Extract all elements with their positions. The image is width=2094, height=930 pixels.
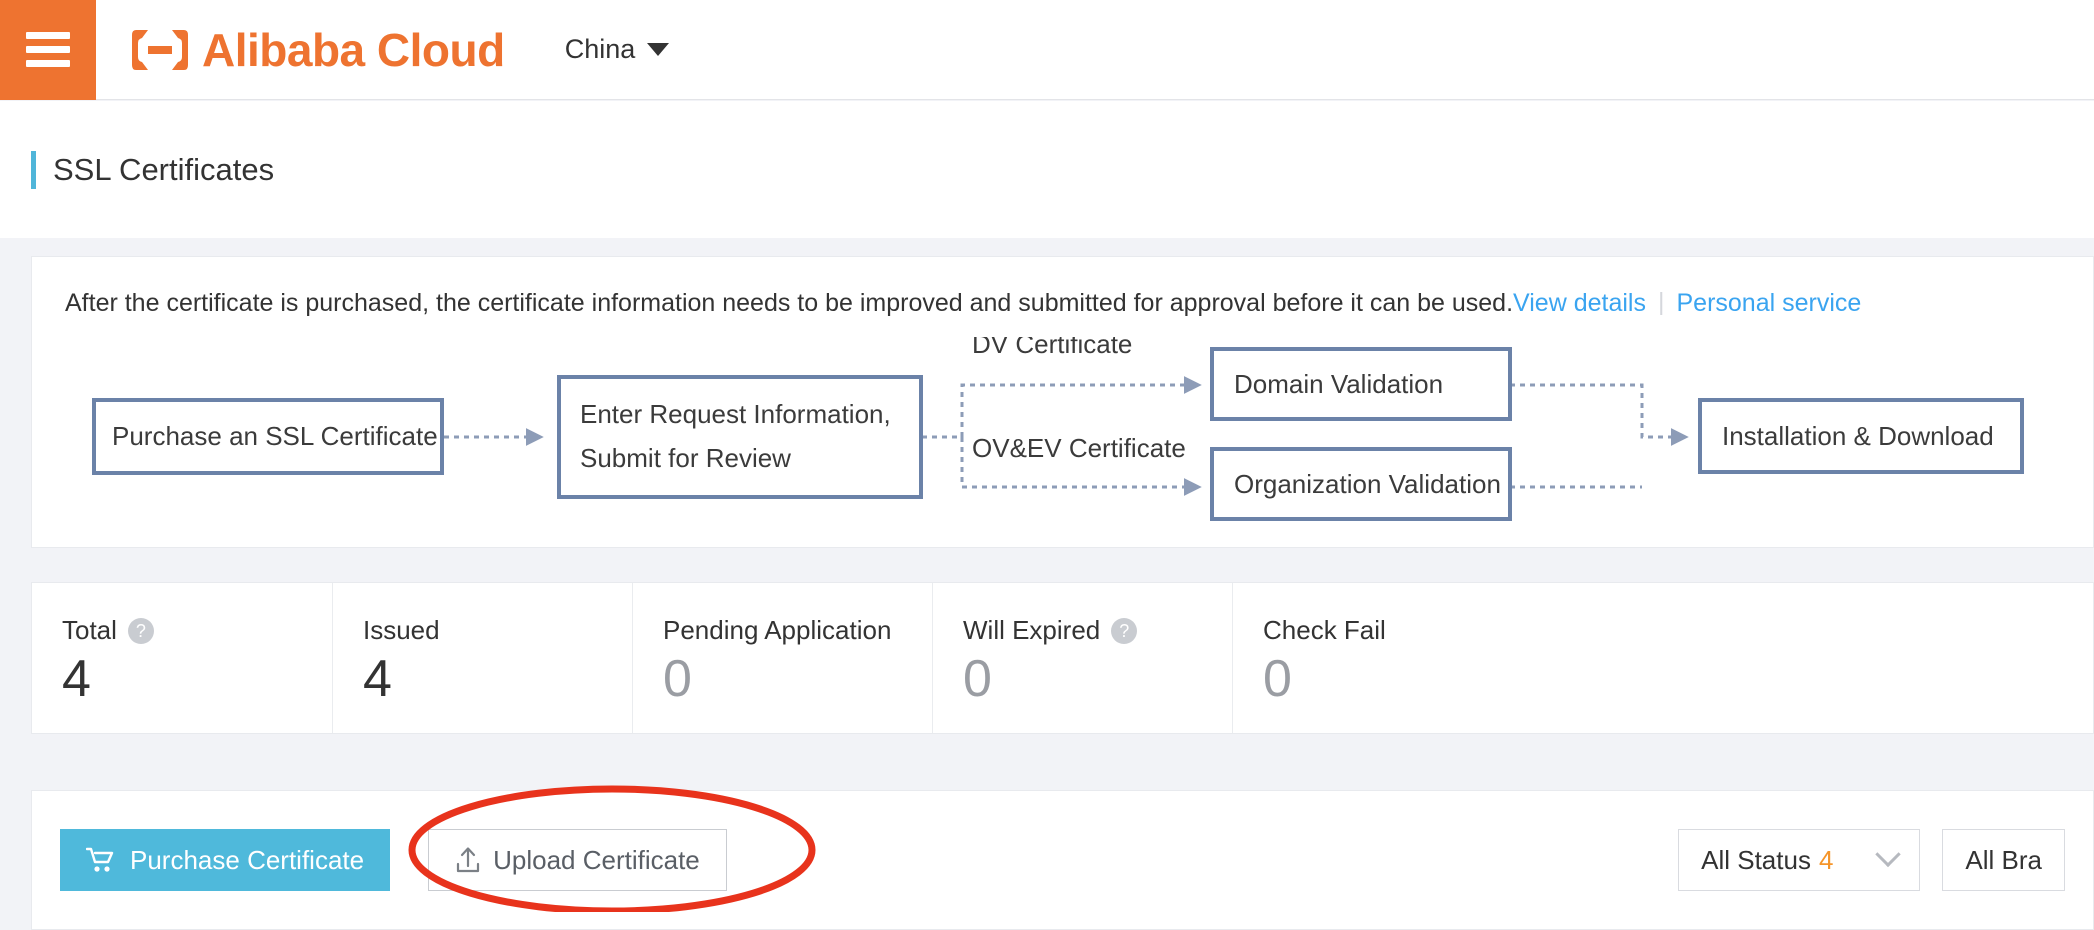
notice-separator: | xyxy=(1657,288,1665,316)
flow-box-domain-validation: Domain Validation xyxy=(1210,347,1512,421)
personal-service-link[interactable]: Personal service xyxy=(1676,289,1861,317)
status-filter-select[interactable]: All Status 4 xyxy=(1678,829,1921,891)
stat-issued-label: Issued xyxy=(363,615,440,645)
stat-issued: Issued 4 xyxy=(332,583,632,733)
stat-check-fail-value: 0 xyxy=(1263,650,1292,708)
stat-pending-application-label: Pending Application xyxy=(663,615,892,645)
stat-check-fail-head: Check Fail xyxy=(1263,615,1532,646)
stat-issued-value: 4 xyxy=(363,650,392,708)
stat-pending-application: Pending Application 0 xyxy=(632,583,932,733)
purchase-certificate-label: Purchase Certificate xyxy=(130,844,365,875)
stat-check-fail-label: Check Fail xyxy=(1263,615,1386,645)
hamburger-bar xyxy=(26,46,70,53)
flow-box-purchase-label: Purchase an SSL Certificate xyxy=(112,421,438,451)
upload-certificate-button[interactable]: Upload Certificate xyxy=(428,829,727,891)
stat-will-expired-head: Will Expired ? xyxy=(963,615,1232,646)
flow-branch-label-dv: DV Certificate xyxy=(972,337,1132,359)
statistics-row: Total ? 4 Issued 4 Pending Application 0… xyxy=(32,583,2093,733)
flow-box-enter-request: Enter Request Information, Submit for Re… xyxy=(557,375,923,499)
title-accent-bar xyxy=(31,150,36,189)
stat-will-expired-value: 0 xyxy=(963,650,992,708)
flow-box-enter-request-label-line1: Enter Request Information, xyxy=(580,399,891,429)
toolbar-card: Purchase Certificate Upload Certificate … xyxy=(31,790,2094,930)
brand-filter-label: All Bra xyxy=(1965,844,2042,875)
alibaba-cloud-logo[interactable]: Alibaba Cloud xyxy=(132,23,505,77)
toolbar: Purchase Certificate Upload Certificate … xyxy=(32,791,2093,929)
brand-text: Alibaba Cloud xyxy=(202,23,505,76)
page-title-bar: SSL Certificates xyxy=(0,101,2094,238)
notice-text-row: After the certificate is purchased, the … xyxy=(65,288,1861,318)
help-icon[interactable]: ? xyxy=(1111,617,1138,644)
flow-box-organization-validation: Organization Validation xyxy=(1210,447,1512,521)
hamburger-menu-icon[interactable] xyxy=(0,0,96,100)
stat-check-fail: Check Fail 0 xyxy=(1232,583,1532,733)
upload-certificate-label: Upload Certificate xyxy=(493,844,700,875)
flow-branch-label-ovev: OV&EV Certificate xyxy=(972,433,1186,463)
chevron-down-icon xyxy=(1875,841,1902,868)
chevron-down-icon xyxy=(647,43,670,56)
notice-card: After the certificate is purchased, the … xyxy=(31,256,2094,548)
flow-box-installation-download-label: Installation & Download xyxy=(1722,421,1994,451)
notice-text: After the certificate is purchased, the … xyxy=(65,289,1514,317)
flow-box-enter-request-label-line2: Submit for Review xyxy=(580,443,791,473)
flow-box-installation-download: Installation & Download xyxy=(1698,398,2024,474)
stat-total-head: Total ? xyxy=(62,615,332,646)
stat-pending-application-value: 0 xyxy=(663,650,692,708)
status-filter-label: All Status xyxy=(1701,844,1811,875)
region-selector[interactable]: China xyxy=(565,34,670,65)
hamburger-bar xyxy=(26,60,70,67)
connector-domain-to-install xyxy=(1510,383,1689,446)
certificate-flow-diagram: Purchase an SSL Certificate Enter Reques… xyxy=(92,337,2024,521)
upload-icon xyxy=(457,847,480,873)
stat-total-label: Total xyxy=(62,615,117,645)
shopping-cart-icon xyxy=(86,847,114,872)
connector-to-domain-validation xyxy=(960,376,1202,437)
stat-pending-application-head: Pending Application xyxy=(663,615,932,646)
stat-will-expired: Will Expired ? 0 xyxy=(932,583,1232,733)
statistics-card: Total ? 4 Issued 4 Pending Application 0… xyxy=(31,582,2094,734)
hamburger-bar xyxy=(26,32,70,39)
top-header: Alibaba Cloud China xyxy=(0,0,2094,100)
region-label: China xyxy=(564,34,636,64)
status-filter-count: 4 xyxy=(1818,844,1834,875)
alibaba-cloud-logo-mark xyxy=(132,29,188,70)
stat-total-value: 4 xyxy=(62,650,91,708)
purchase-certificate-button[interactable]: Purchase Certificate xyxy=(60,829,391,891)
stat-issued-head: Issued xyxy=(363,615,632,646)
stat-will-expired-label: Will Expired xyxy=(963,615,1101,645)
view-details-link[interactable]: View details xyxy=(1513,289,1646,317)
flow-box-domain-validation-label: Domain Validation xyxy=(1234,369,1443,399)
brand-filter-select[interactable]: All Bra xyxy=(1942,829,2065,891)
page-title: SSL Certificates xyxy=(53,151,275,187)
flow-box-purchase: Purchase an SSL Certificate xyxy=(92,398,444,475)
flow-box-organization-validation-label: Organization Validation xyxy=(1234,469,1501,499)
stat-total: Total ? 4 xyxy=(32,583,332,733)
help-icon[interactable]: ? xyxy=(127,617,154,644)
